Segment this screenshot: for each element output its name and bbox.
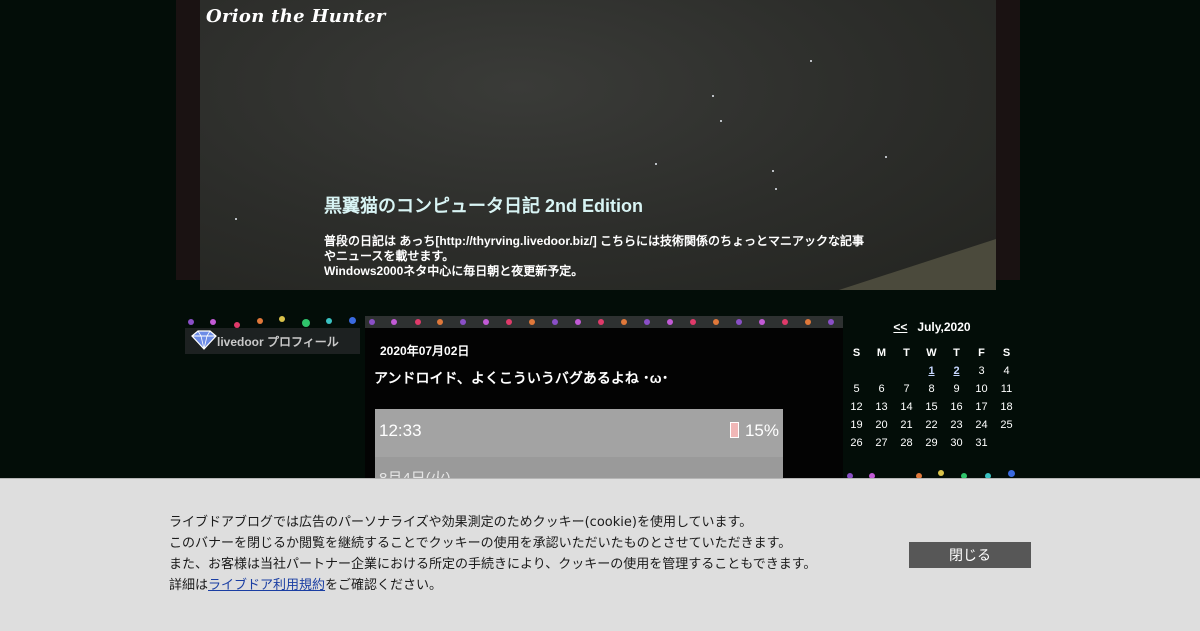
cookie-notice-text: ライブドアブログでは広告のパーソナライズや効果測定のためクッキー(cookie)… (169, 512, 889, 596)
calendar-day: 11 (1000, 383, 1013, 395)
screenshot-battery-level: 15% (744, 421, 779, 440)
weekday: M (876, 347, 887, 359)
calendar-day: 28 (900, 437, 913, 449)
battery-icon (729, 422, 739, 438)
gem-strip-main (365, 316, 843, 328)
calendar-prev-link[interactable]: << (893, 320, 907, 334)
calendar-day: 17 (975, 401, 988, 413)
calendar-day: 15 (925, 401, 938, 413)
calendar-day: 27 (875, 437, 888, 449)
cookie-line4-suffix: をご確認ください。 (325, 578, 443, 593)
calendar: << July,2020 S M T W T F S 1 2 3 4 5 6 7… (844, 318, 1020, 452)
calendar-day: 24 (975, 419, 988, 431)
blog-title[interactable]: 黒翼猫のコンピュータ日記 2nd Edition (324, 192, 643, 218)
weekday: W (926, 347, 937, 359)
calendar-day: 14 (900, 401, 913, 413)
calendar-day: 12 (850, 401, 863, 413)
calendar-day: 13 (875, 401, 888, 413)
profile-link[interactable]: livedoor プロフィール (217, 333, 339, 350)
calendar-day: 4 (1003, 365, 1010, 377)
weekday: S (1002, 347, 1011, 359)
calendar-day (994, 434, 1019, 452)
calendar-day: 10 (975, 383, 988, 395)
calendar-day: 3 (978, 365, 985, 377)
blog-description: 普段の日記は あっち[http://thyrving.livedoor.biz/… (324, 234, 869, 279)
screenshot-time: 12:33 (379, 421, 422, 440)
calendar-day: 6 (878, 383, 885, 395)
post-date: 2020年07月02日 (380, 344, 470, 358)
calendar-day: 30 (950, 437, 963, 449)
cookie-banner: ライブドアブログでは広告のパーソナライズや効果測定のためクッキー(cookie)… (0, 478, 1200, 631)
cookie-line1: ライブドアブログでは広告のパーソナライズや効果測定のためクッキー(cookie)… (169, 515, 753, 530)
calendar-week: 5 6 7 8 9 10 11 (844, 380, 1019, 398)
cookie-line2: このバナーを閉じるか閲覧を継続することでクッキーの使用を承認いただいたものとさせ… (169, 536, 792, 551)
post-title[interactable]: アンドロイド、よくこういうバグあるよね ･ω･ (374, 368, 669, 388)
weekday: S (852, 347, 861, 359)
calendar-day: 9 (953, 383, 960, 395)
calendar-table: S M T W T F S 1 2 3 4 5 6 7 8 9 10 11 12… (844, 344, 1019, 452)
calendar-day: 26 (850, 437, 863, 449)
profile-box: livedoor プロフィール (185, 328, 360, 354)
calendar-day (869, 362, 894, 380)
calendar-header: << July,2020 (844, 318, 1020, 336)
calendar-day: 29 (925, 437, 938, 449)
calendar-day: 21 (900, 419, 913, 431)
screenshot-battery: 15% (729, 421, 779, 441)
calendar-week: 26 27 28 29 30 31 (844, 434, 1019, 452)
gem-strip-left (185, 316, 360, 328)
calendar-day: 25 (1000, 419, 1013, 431)
calendar-day (844, 362, 869, 380)
weekday: T (953, 347, 960, 359)
cookie-line4-prefix: 詳細は (169, 578, 209, 593)
diary-link[interactable]: http://thyrving.livedoor.biz/ (439, 234, 592, 248)
description-prefix: 普段の日記は あっち[ (324, 234, 440, 248)
calendar-day: 16 (950, 401, 963, 413)
close-button[interactable]: 閉じる (909, 542, 1031, 568)
terms-link[interactable]: ライブドア利用規約 (208, 578, 325, 593)
cookie-line3: また、お客様は当社パートナー企業における所定の手続きにより、クッキーの使用を管理… (169, 557, 817, 572)
calendar-day: 19 (850, 419, 863, 431)
calendar-day (894, 362, 919, 380)
calendar-weekday-row: S M T W T F S (844, 344, 1019, 362)
calendar-day: 7 (903, 383, 910, 395)
calendar-day-link[interactable]: 2 (944, 362, 969, 380)
calendar-day-link[interactable]: 1 (919, 362, 944, 380)
calendar-day: 8 (928, 383, 935, 395)
calendar-week: 1 2 3 4 (844, 362, 1019, 380)
calendar-day: 23 (950, 419, 963, 431)
calendar-day: 20 (875, 419, 888, 431)
calendar-day: 22 (925, 419, 938, 431)
calendar-month: July,2020 (917, 320, 971, 334)
calendar-week: 19 20 21 22 23 24 25 (844, 416, 1019, 434)
weekday: F (978, 347, 985, 359)
calendar-day: 31 (975, 437, 988, 449)
calendar-day: 5 (853, 383, 860, 395)
calendar-day: 18 (1000, 401, 1013, 413)
site-logo[interactable]: Orion the Hunter (206, 6, 386, 27)
diamond-icon (191, 330, 217, 350)
calendar-week: 12 13 14 15 16 17 18 (844, 398, 1019, 416)
screenshot-status-bar (375, 409, 783, 457)
weekday: T (903, 347, 910, 359)
description-line2: Windows2000ネタ中心に毎日朝と夜更新予定。 (324, 264, 584, 278)
